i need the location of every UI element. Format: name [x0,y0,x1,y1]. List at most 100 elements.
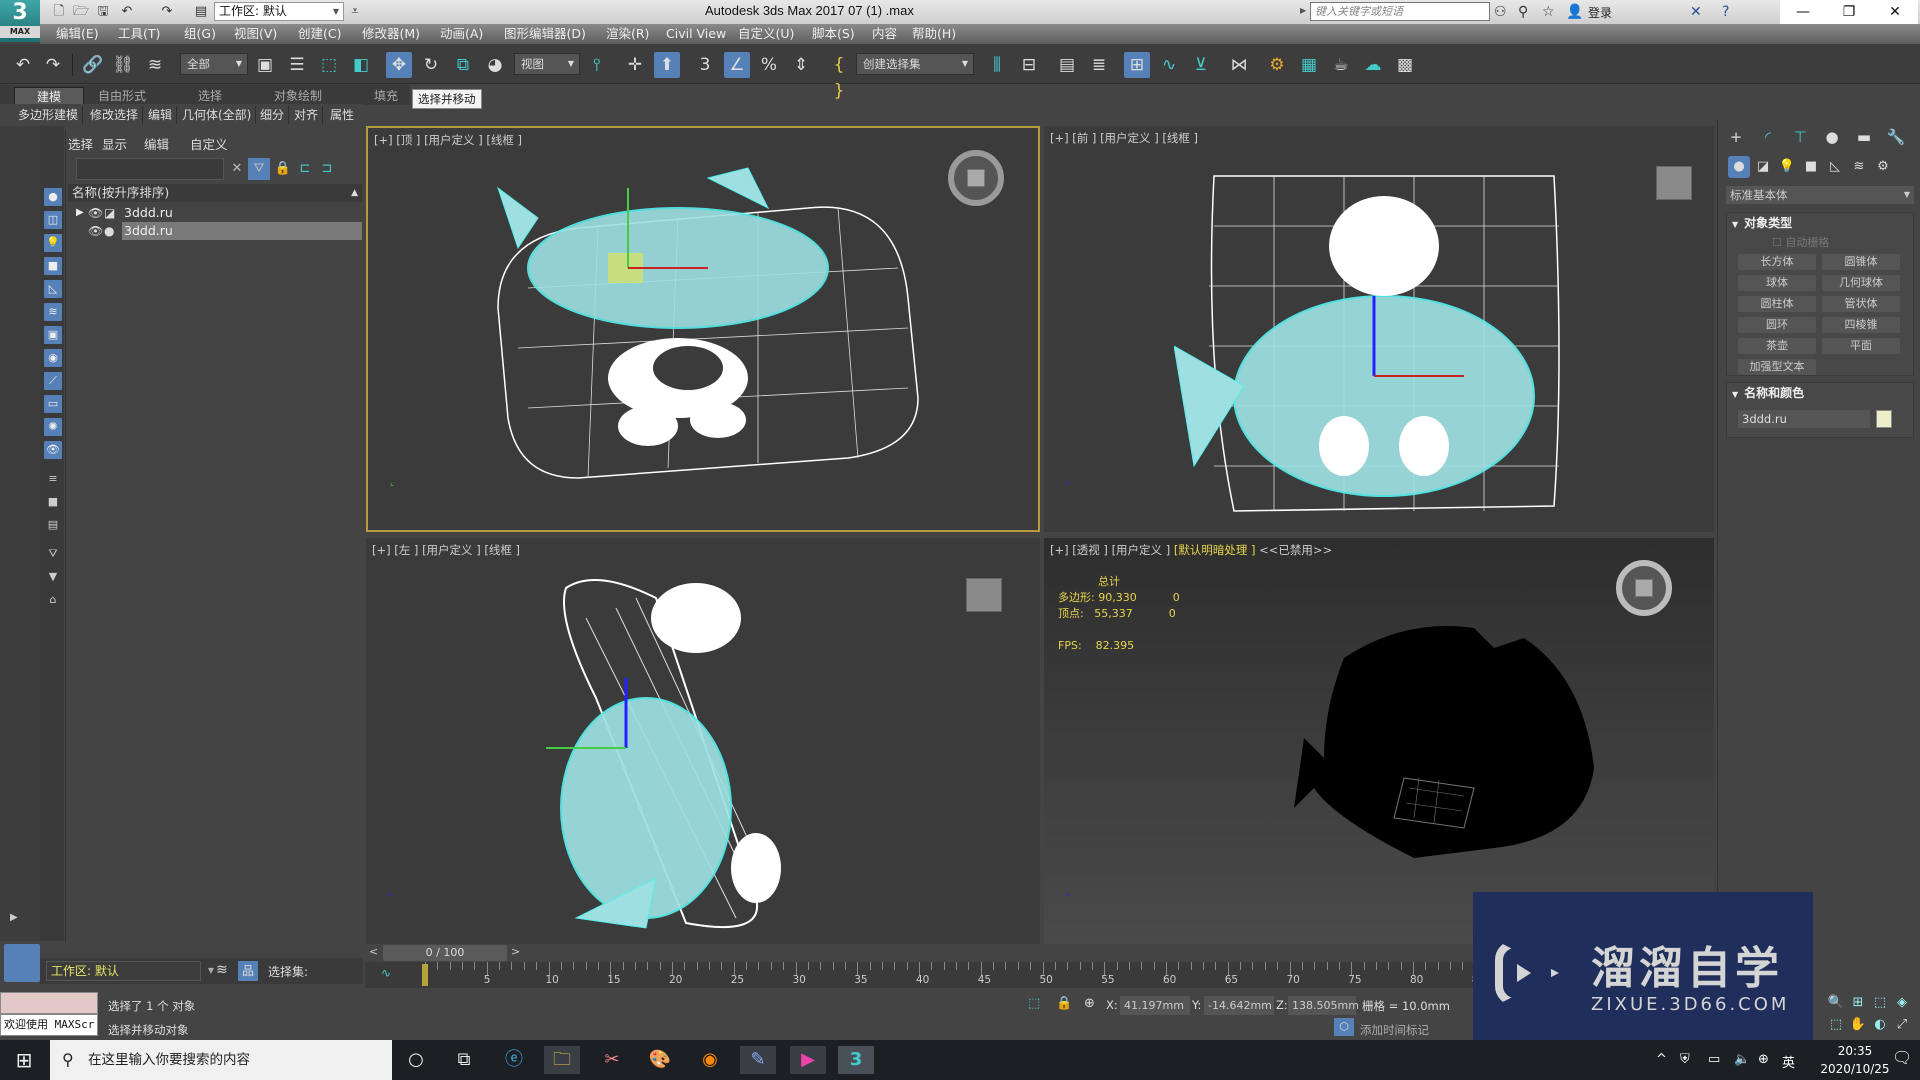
unlink-icon[interactable]: ⛓ [110,52,136,78]
menu-customize[interactable]: 自定义(U) [732,24,800,44]
angle-snap-icon[interactable]: ∠ [724,52,750,78]
viewcube[interactable] [1616,560,1672,616]
hierarchy-icon[interactable]: ⊏ [294,158,316,180]
reference-coordinate-select[interactable]: 视图 ▼ [514,53,580,75]
teapot-button[interactable]: 茶壶 [1738,338,1816,354]
cylinder-button[interactable]: 圆柱体 [1738,296,1816,312]
tab-object-paint[interactable]: 对象绘制 [264,87,332,105]
link-icon[interactable]: 🔗 [80,52,106,78]
edge-browser-icon[interactable]: ⓔ [496,1046,532,1074]
curve-editor-mini-icon[interactable]: ∿ [381,966,391,980]
menu-edit[interactable]: 编辑(E) [50,24,105,44]
system-clock[interactable]: 20:35 2020/10/25 [1820,1042,1890,1078]
filter-cameras-icon[interactable]: ■ [44,257,62,275]
percent-snap-icon[interactable]: % [756,52,782,78]
menu-animation[interactable]: 动画(A) [434,24,489,44]
lock-icon[interactable]: 🔒 [272,158,294,180]
panel-polygon-modeling[interactable]: 多边形建模 [14,106,84,124]
primitive-category-select[interactable]: 标准基本体 ▼ [1726,186,1914,204]
utilities-tab-icon[interactable]: 🔧 [1882,126,1910,148]
filter-xrefs-icon[interactable]: ◉ [44,349,62,367]
panel-properties[interactable]: 属性 [326,106,358,124]
filter-spacewarps-icon[interactable]: ≋ [44,303,62,321]
cameras-icon[interactable]: ■ [1800,156,1822,178]
display-none-icon[interactable]: ■ [44,493,62,511]
object-name-input[interactable]: 3ddd.ru [1738,410,1870,428]
geometry-icon[interactable]: ● [1728,156,1750,178]
create-tab-icon[interactable]: + [1722,126,1750,148]
object-type-header[interactable]: ▼ 对象类型 [1726,214,1914,232]
maxscript-listener-input[interactable] [0,992,98,1014]
select-and-move-icon[interactable]: ✥ [386,52,412,78]
mirror-icon[interactable]: ⫼ [984,52,1010,78]
display-tab-icon[interactable]: ▬ [1850,126,1878,148]
add-time-tag-button[interactable]: 添加时间标记 [1360,1022,1429,1038]
select-and-rotate-icon[interactable]: ↻ [418,52,444,78]
viewport-shading[interactable]: [线框 ] [484,543,520,557]
panel-edit[interactable]: 编辑 [144,106,178,124]
viewport-front[interactable]: [+] [前 ] [用户定义 ] [线框 ] ⌞ [1044,126,1714,532]
menu-group[interactable]: 组(G) [178,24,222,44]
pan-icon[interactable]: ✋ [1849,1016,1867,1034]
viewport-shading[interactable]: [线框 ] [486,133,522,147]
text-plus-button[interactable]: 加强型文本 [1738,359,1816,375]
redo-icon[interactable]: ↷ [158,3,176,21]
battery-icon[interactable]: ▭ [1708,1052,1720,1067]
ribbon-toggle-icon[interactable]: ⊞ [1124,52,1150,78]
paint-icon[interactable]: 🎨 [642,1046,678,1074]
name-column-header[interactable]: 名称(按升序排序) ▲ [68,184,362,202]
menu-scripting[interactable]: 脚本(S) [806,24,861,44]
menu-graph-editors[interactable]: 图形编辑器(D) [498,24,592,44]
time-slider[interactable]: < 0 / 100 > [365,944,1475,962]
layer-sort-icon[interactable]: ≋ [216,962,228,978]
filter-helpers-icon[interactable]: ◺ [44,280,62,298]
zoom-all-icon[interactable]: ⊞ [1849,994,1867,1012]
spinner-snap-icon[interactable]: ⇕ [788,52,814,78]
z-coordinate-input[interactable]: 138.505mm [1288,996,1359,1015]
viewport-top[interactable]: [+] [顶 ] [用户定义 ] [线框 ] ⌞ [366,126,1040,532]
align-icon[interactable]: ⊟ [1016,52,1042,78]
viewport-menu[interactable]: [+] [372,543,391,557]
modify-tab-icon[interactable]: ◜ [1754,126,1782,148]
viewport-layout-icon[interactable] [4,944,40,982]
notepad-icon[interactable]: ✎ [740,1046,776,1074]
taskbar-search-input[interactable]: ⚲ 在这里输入你要搜索的内容 [50,1040,392,1080]
security-shield-icon[interactable]: ⛨ [1680,1052,1690,1067]
schematic-view-icon[interactable]: ⋈ [1226,52,1252,78]
login-link[interactable]: 登录 [1588,4,1612,21]
help-icon[interactable]: ? [1722,3,1729,21]
viewport-shading-custom[interactable]: [用户定义 ] [1112,543,1171,557]
select-and-scale-icon[interactable]: ⧉ [450,52,476,78]
named-selection-select[interactable]: 创建选择集 ▼ [856,53,974,75]
viewport-shading-custom[interactable]: [用户定义 ] [1100,131,1159,145]
menu-help[interactable]: 帮助(H) [906,24,962,44]
panel-geometry-all[interactable]: 几何体(全部) [178,106,257,124]
open-file-icon[interactable]: 🗁 [72,3,90,21]
edit-named-selection-icon[interactable]: { } [826,52,852,101]
object-color-swatch[interactable] [1876,410,1892,428]
select-and-place-icon[interactable]: ◕ [482,52,508,78]
tab-selection[interactable]: 选择 [188,87,232,105]
favorites-star-icon[interactable]: ☆ [1542,3,1555,21]
material-editor-icon[interactable]: ⚙ [1264,52,1290,78]
render-in-cloud-icon[interactable]: ▩ [1392,52,1418,78]
viewport-pov[interactable]: [前 ] [1072,131,1096,145]
clear-search-icon[interactable]: ✕ [226,158,248,180]
x-coordinate-input[interactable]: 41.197mm [1120,996,1190,1015]
torus-button[interactable]: 圆环 [1738,317,1816,333]
redo-icon[interactable]: ↷ [40,52,66,78]
app-logo[interactable]: 3 MAX [0,0,40,42]
viewport-shading-custom[interactable]: [用户定义 ] [424,133,483,147]
menu-content[interactable]: 内容 [866,24,903,44]
help-search-input[interactable]: 键入关键字或短语 [1310,2,1490,21]
rendered-frame-window-icon[interactable]: ☕ [1328,52,1354,78]
filter-lights-icon[interactable]: 💡 [44,234,62,252]
bind-space-warp-icon[interactable]: ≋ [142,52,168,78]
viewport-pov[interactable]: [顶 ] [396,133,420,147]
sphere-button[interactable]: 球体 [1738,275,1816,291]
plane-button[interactable]: 平面 [1822,338,1900,354]
selection-filter-select[interactable]: 全部 ▼ [180,53,248,75]
viewport-label[interactable]: [+] [透视 ] [用户定义 ] [默认明暗处理 ] <<已禁用>> [1050,542,1332,558]
explorer-workspace-select[interactable]: 工作区: 默认 ▼ [46,961,214,981]
hierarchy-tab-icon[interactable]: ⊤ [1786,126,1814,148]
